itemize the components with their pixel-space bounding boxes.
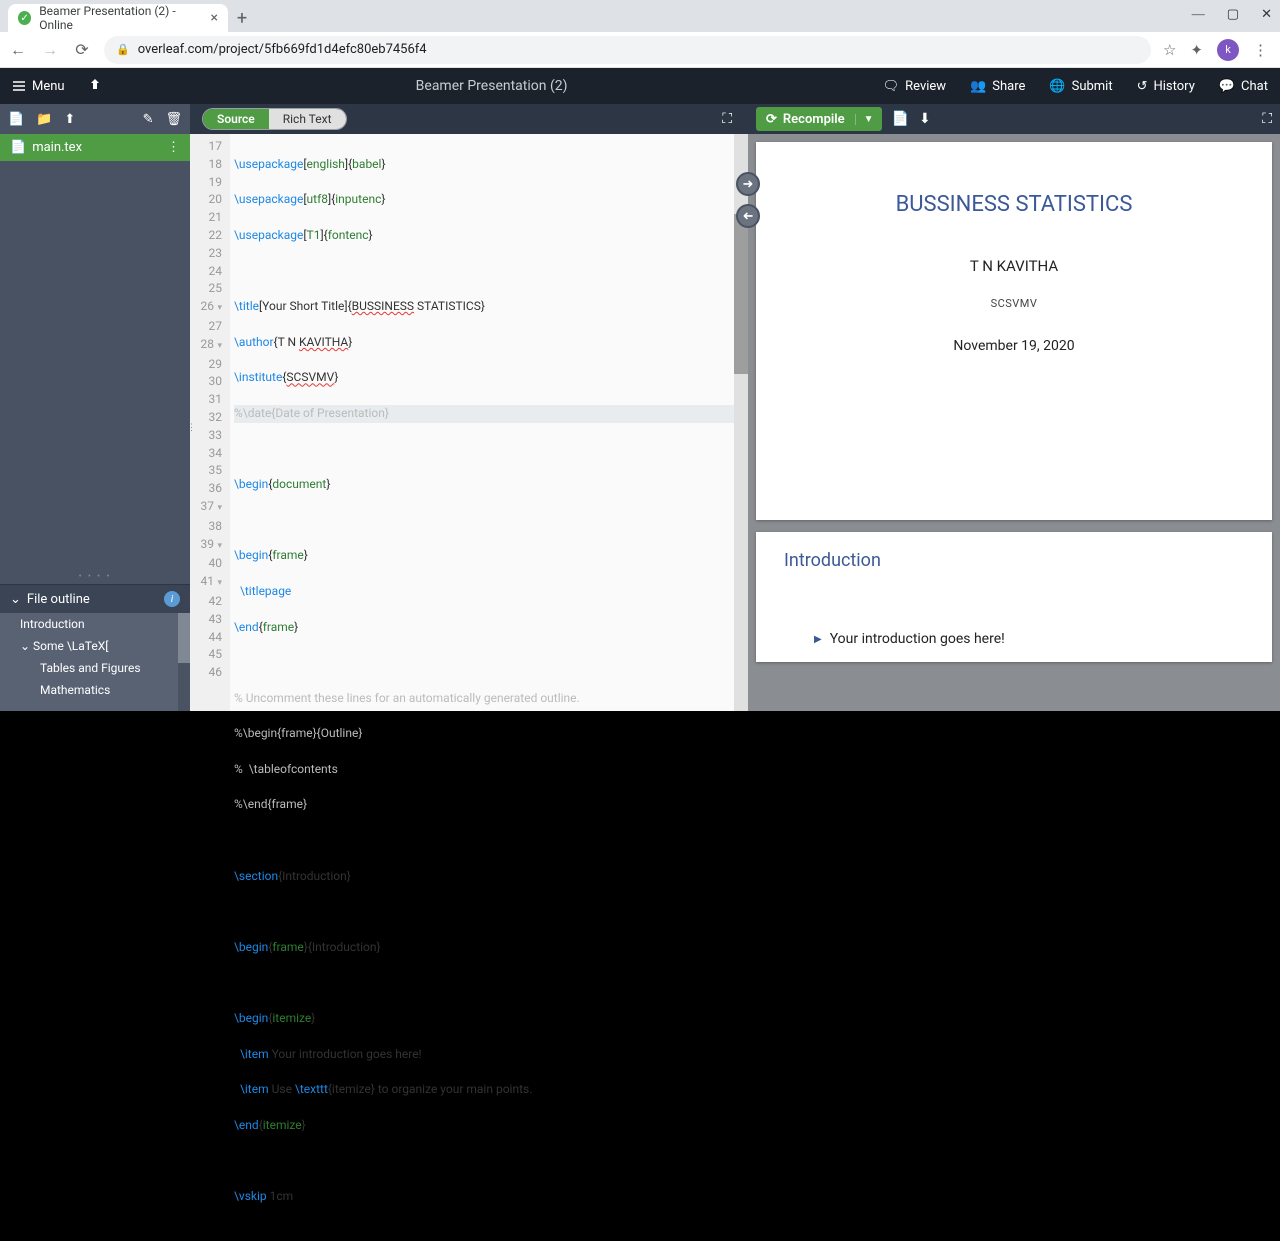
pdf-bullet: Your introduction goes here!: [784, 631, 1244, 647]
close-window-icon[interactable]: ✕: [1261, 6, 1272, 22]
bookmark-star-icon[interactable]: ☆: [1163, 41, 1176, 59]
pdf-title: BUSSINESS STATISTICS: [786, 192, 1242, 217]
panel-resize-handle[interactable]: • • • •: [0, 570, 190, 584]
home-button[interactable]: [77, 77, 113, 95]
upload-file-icon[interactable]: ⬆: [64, 112, 75, 127]
sync-code-to-pdf[interactable]: ➜: [736, 172, 760, 196]
pdf-toolbar: ⟳Recompile ▼ 📄 ⬇ ⛶: [748, 104, 1280, 134]
line-gutter: 171819202122232425 26▾27 28▾293031323334…: [190, 134, 230, 711]
chat-icon: 💬: [1219, 79, 1235, 94]
review-button[interactable]: 🗨Review: [871, 79, 958, 94]
info-icon[interactable]: i: [164, 591, 180, 607]
profile-avatar[interactable]: k: [1217, 39, 1239, 61]
pdf-institute: SCSVMV: [786, 297, 1242, 310]
overleaf-favicon: ✓: [18, 11, 31, 25]
rename-icon[interactable]: ✎: [143, 112, 154, 127]
pdf-page-2: Introduction Your introduction goes here…: [756, 532, 1272, 662]
upload-icon: [89, 77, 101, 91]
delete-icon[interactable]: 🗑: [165, 112, 182, 127]
chevron-down-icon: ⌄: [10, 592, 21, 607]
share-icon: 👥: [970, 79, 986, 94]
chat-button[interactable]: 💬Chat: [1207, 79, 1280, 94]
source-toggle[interactable]: Source: [203, 109, 269, 129]
recompile-button[interactable]: ⟳Recompile ▼: [756, 107, 882, 131]
extensions-icon[interactable]: ✦: [1190, 41, 1203, 59]
minimize-icon[interactable]: —: [1192, 6, 1205, 22]
submit-button[interactable]: 🌐Submit: [1037, 79, 1124, 94]
editor-toolbar: Source Rich Text ⛶: [190, 104, 748, 134]
recompile-icon: ⟳: [766, 112, 777, 127]
lock-icon: 🔒: [116, 43, 130, 56]
code-editor[interactable]: ⋮ 171819202122232425 26▾27 28▾2930313233…: [190, 134, 748, 711]
history-icon: ↺: [1137, 79, 1148, 94]
outline-item[interactable]: ⌄ Some \LaTeX[: [0, 635, 190, 657]
maximize-icon[interactable]: ▢: [1227, 6, 1239, 22]
chrome-menu-icon[interactable]: ⋮: [1253, 41, 1268, 59]
url-text: overleaf.com/project/5fb669fd1d4efc80eb7…: [138, 42, 427, 57]
outline-scrollbar[interactable]: [178, 613, 190, 711]
recompile-dropdown[interactable]: ▼: [855, 114, 882, 125]
pdf-page-1: BUSSINESS STATISTICS T N KAVITHA SCSVMV …: [756, 142, 1272, 520]
file-tree: 📄 main.tex ⋮ • • • • ⌄ File outline i In…: [0, 134, 190, 711]
browser-tab-bar: ✓ Beamer Presentation (2) - Online × + —…: [0, 0, 1280, 32]
pdf-date: November 19, 2020: [786, 338, 1242, 354]
outline-item[interactable]: Tables and Figures: [0, 657, 190, 679]
pdf-expand-icon[interactable]: ⛶: [1262, 111, 1272, 127]
file-toolbar: 📄 📁 ⬆ ✎ 🗑: [0, 104, 190, 134]
share-button[interactable]: 👥Share: [958, 79, 1037, 94]
file-icon: 📄: [10, 140, 26, 155]
browser-tab[interactable]: ✓ Beamer Presentation (2) - Online ×: [8, 4, 228, 32]
file-menu-icon[interactable]: ⋮: [167, 140, 180, 155]
history-button[interactable]: ↺History: [1125, 79, 1207, 94]
globe-icon: 🌐: [1049, 79, 1065, 94]
outline-list: Introduction ⌄ Some \LaTeX[ Tables and F…: [0, 613, 190, 711]
outline-item[interactable]: Mathematics: [0, 679, 190, 701]
pdf-author: T N KAVITHA: [786, 257, 1242, 275]
logs-icon[interactable]: 📄: [892, 111, 909, 127]
menu-button[interactable]: Menu: [0, 79, 77, 94]
hamburger-icon: [12, 79, 26, 93]
editor-expand-icon[interactable]: ⛶: [714, 111, 740, 127]
close-tab-icon[interactable]: ×: [211, 10, 218, 26]
resize-handle[interactable]: ⋮: [187, 423, 196, 433]
sync-pdf-to-code[interactable]: ➜: [736, 204, 760, 228]
address-bar: ← → ⟳ 🔒 overleaf.com/project/5fb669fd1d4…: [0, 32, 1280, 68]
pdf-section-title: Introduction: [784, 550, 1244, 571]
reload-button[interactable]: ⟳: [72, 40, 92, 60]
overleaf-topbar: Menu Beamer Presentation (2) 🗨Review 👥Sh…: [0, 68, 1280, 104]
outline-header[interactable]: ⌄ File outline i: [0, 584, 190, 613]
new-file-icon[interactable]: 📄: [8, 112, 24, 127]
tab-title: Beamer Presentation (2) - Online: [39, 4, 202, 32]
outline-item[interactable]: Introduction: [0, 613, 190, 635]
url-input[interactable]: 🔒 overleaf.com/project/5fb669fd1d4efc80e…: [104, 36, 1151, 64]
back-button[interactable]: ←: [8, 40, 28, 60]
new-folder-icon[interactable]: 📁: [36, 112, 52, 127]
richtext-toggle[interactable]: Rich Text: [269, 109, 346, 129]
code-content[interactable]: \usepackage[english]{babel} \usepackage[…: [230, 134, 748, 711]
file-main-tex[interactable]: 📄 main.tex ⋮: [0, 134, 190, 161]
review-icon: 🗨: [883, 79, 900, 94]
pdf-preview[interactable]: BUSSINESS STATISTICS T N KAVITHA SCSVMV …: [748, 134, 1280, 711]
download-icon[interactable]: ⬇: [919, 111, 931, 127]
new-tab-button[interactable]: +: [228, 4, 256, 32]
forward-button[interactable]: →: [40, 40, 60, 60]
